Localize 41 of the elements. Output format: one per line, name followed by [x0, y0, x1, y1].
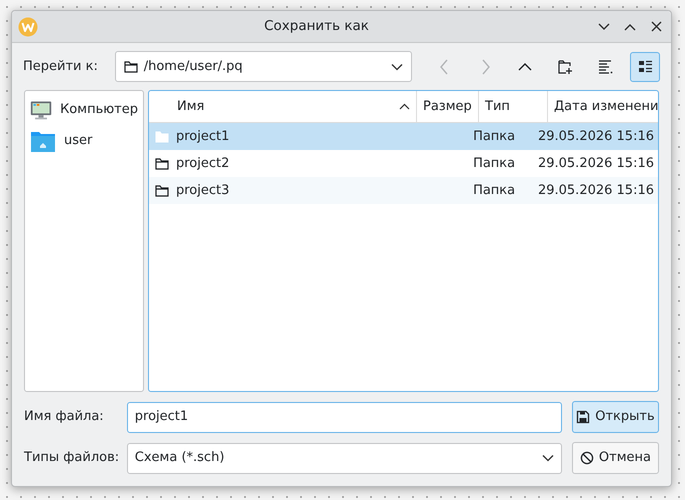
save-icon: [576, 410, 590, 424]
sort-ascending-icon: [399, 103, 410, 110]
folder-icon: [155, 130, 169, 142]
chevron-down-icon: [598, 22, 610, 30]
column-header[interactable]: Размер: [417, 91, 479, 122]
places-item[interactable]: Компьютер: [29, 96, 139, 123]
file-row[interactable]: project3 Папка 29.05.2026 15:16: [149, 177, 658, 204]
path-text: /home/user/.pq: [144, 58, 244, 76]
column-header[interactable]: Дата изменени: [548, 91, 658, 122]
open-button[interactable]: Открыть: [572, 401, 660, 433]
file-name: project3: [176, 182, 230, 200]
places-item[interactable]: user: [29, 127, 139, 154]
file-name: project1: [176, 128, 230, 146]
chevron-up-icon: [624, 22, 636, 30]
new-folder-icon: [556, 58, 574, 76]
file-type-label: Типы файлов:: [24, 449, 120, 468]
file-name: project2: [176, 154, 230, 173]
folder-icon: [155, 184, 169, 196]
file-type-combobox[interactable]: Схема (*.sch): [126, 442, 562, 474]
detail-view-icon: [596, 58, 614, 76]
filename-label: Имя файла:: [24, 408, 105, 426]
file-type: Папка: [473, 182, 516, 198]
folder-icon: [155, 158, 169, 170]
location-combobox[interactable]: /home/user/.pq: [114, 51, 412, 82]
cancel-button[interactable]: Отмена: [572, 442, 660, 474]
modified-date: 29.05.2026 15:16: [538, 128, 654, 144]
filename-field[interactable]: project1: [126, 402, 562, 432]
app-logo-icon: [18, 16, 38, 36]
window-title: Сохранить как: [264, 18, 369, 34]
file-type: Папка: [473, 156, 516, 171]
modified-date: 29.05.2026 15:16: [538, 156, 654, 171]
modified-date: 29.05.2026 15:16: [538, 182, 654, 198]
list-view-button[interactable]: [630, 52, 660, 82]
file-type: Папка: [473, 128, 516, 144]
file-row[interactable]: project1 Папка 29.05.2026 15:16: [149, 123, 658, 150]
column-header[interactable]: Тип: [479, 91, 548, 122]
folder-icon: [124, 60, 138, 72]
close-icon: [650, 21, 662, 32]
cancel-icon: [580, 451, 594, 465]
location-label: Перейти к:: [23, 58, 99, 76]
column-header[interactable]: Имя: [149, 91, 417, 122]
